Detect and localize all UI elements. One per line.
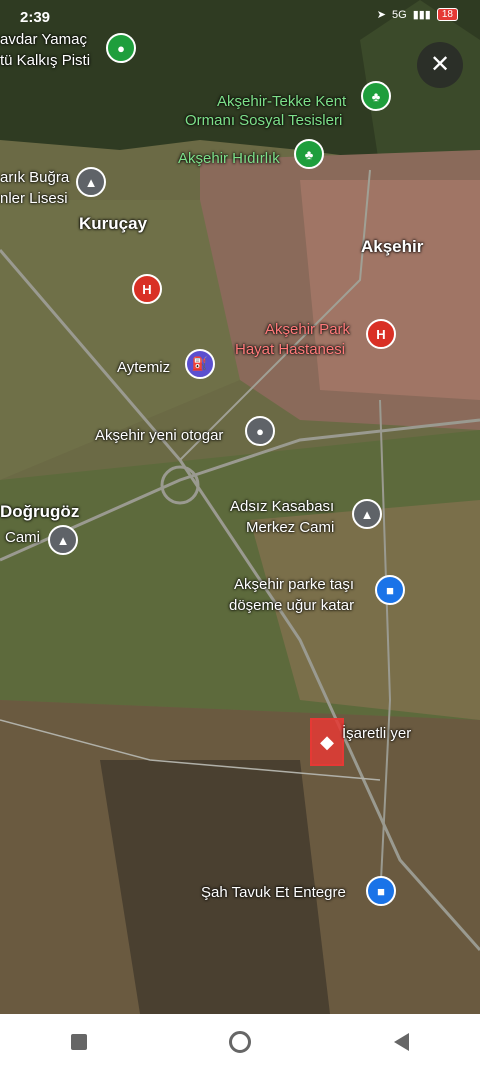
marked-location-pin-icon[interactable]: ◆ [310, 718, 344, 766]
system-nav-bar [0, 1014, 480, 1069]
label-hidirlik[interactable]: Akşehir Hıdırlık [178, 149, 280, 168]
status-icons: ➤ 5G ▮▮▮ 18 [377, 8, 458, 21]
satellite-map[interactable]: ● avdar Yamaç tü Kalkış Pisti ♣ Akşehir-… [0, 0, 480, 1014]
mosque-pin-icon[interactable]: ▲ [352, 499, 382, 529]
label-cami[interactable]: Cami [5, 528, 40, 547]
label-dogrugoz[interactable]: Doğrugöz [0, 502, 79, 521]
label-lisesi[interactable]: nler Lisesi [0, 189, 68, 208]
label-otogar[interactable]: Akşehir yeni otogar [95, 426, 223, 445]
hospital-pin-icon[interactable]: H [132, 274, 162, 304]
label-hastane[interactable]: Hayat Hastanesi [235, 340, 345, 359]
label-parke[interactable]: Akşehir parke taşı [234, 575, 354, 594]
mosque-pin-icon[interactable]: ▲ [48, 525, 78, 555]
hospital-pin-icon[interactable]: H [366, 319, 396, 349]
label-tekke[interactable]: Akşehir-Tekke Kent [217, 92, 346, 111]
label-merkez[interactable]: Merkez Cami [246, 518, 334, 537]
close-button[interactable]: ✕ [417, 42, 463, 88]
status-time: 2:39 [20, 9, 51, 26]
battery-icon: 18 [436, 8, 458, 21]
label-isaretli[interactable]: İşaretli yer [342, 724, 411, 743]
shop-pin-icon[interactable]: ■ [375, 575, 405, 605]
label-adsiz[interactable]: Adsız Kasabası [230, 497, 334, 516]
close-icon: ✕ [429, 51, 451, 78]
signal-icon: ▮▮▮ [412, 9, 431, 21]
shop-pin-icon[interactable]: ■ [366, 876, 396, 906]
label-kurucay[interactable]: Kuruçay [79, 214, 147, 233]
network-label: 5G [392, 8, 407, 21]
status-bar: 2:39 ➤ 5G ▮▮▮ 18 [0, 0, 480, 36]
home-icon[interactable] [229, 1030, 252, 1053]
label-aytemiz[interactable]: Aytemiz [117, 358, 170, 377]
label-tekke2[interactable]: Ormanı Sosyal Tesisleri [185, 111, 342, 130]
park-pin-icon[interactable]: ● [106, 33, 136, 63]
tree-pin-icon[interactable]: ♣ [294, 139, 324, 169]
label-doseme[interactable]: döşeme uğur katar [229, 596, 354, 615]
label-bugra[interactable]: arık Buğra [0, 168, 69, 187]
label-sah[interactable]: Şah Tavuk Et Entegre [201, 883, 346, 902]
recent-apps-icon[interactable] [71, 1033, 88, 1050]
bus-station-pin-icon[interactable]: ● [245, 416, 275, 446]
school-pin-icon[interactable]: ▲ [76, 167, 106, 197]
label-aksehir[interactable]: Akşehir [361, 237, 423, 256]
location-icon: ➤ [376, 9, 387, 21]
fuel-pin-icon[interactable]: ⛽ [185, 349, 215, 379]
back-icon[interactable] [393, 1032, 409, 1051]
label-pisti[interactable]: tü Kalkış Pisti [0, 51, 90, 70]
label-park[interactable]: Akşehir Park [265, 320, 350, 339]
tree-pin-icon[interactable]: ♣ [361, 81, 391, 111]
